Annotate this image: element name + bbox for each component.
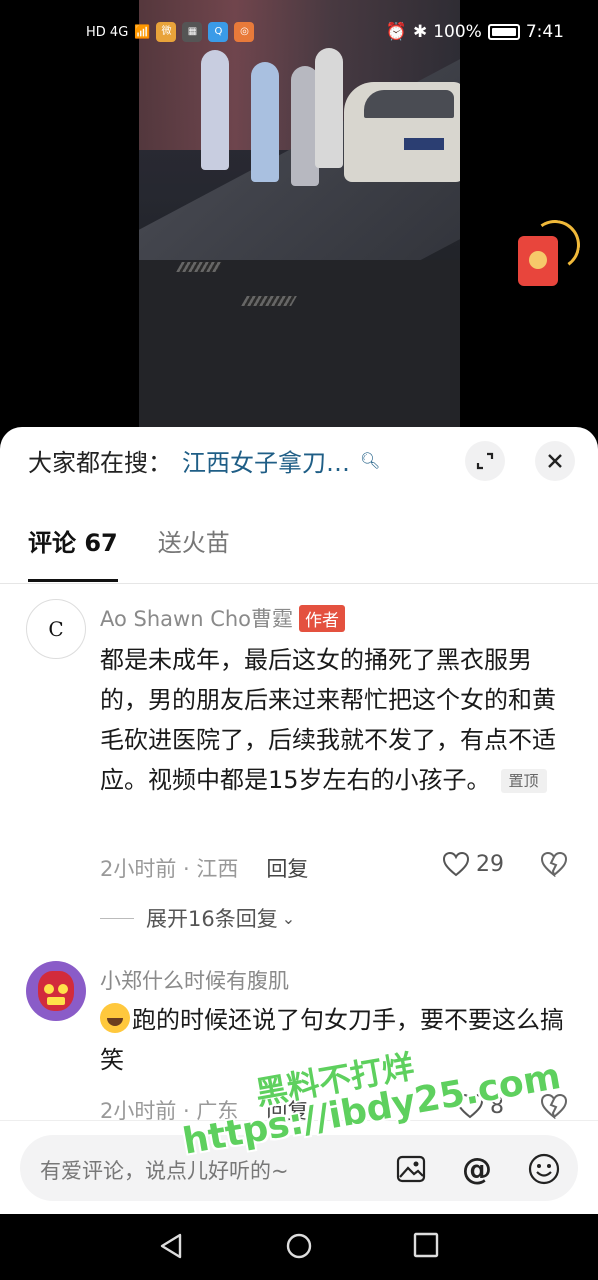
recents-button[interactable] xyxy=(413,1232,439,1265)
close-button[interactable] xyxy=(535,441,575,481)
status-indicators: HD 4G 📶 微 ▦ Q ◎ xyxy=(86,22,255,42)
video-scene-grate xyxy=(176,262,222,272)
system-nav-bar xyxy=(0,1214,598,1280)
back-button[interactable] xyxy=(158,1232,184,1267)
emoji-icon xyxy=(528,1153,560,1185)
battery-percent: 100% xyxy=(433,22,482,42)
active-tab-indicator xyxy=(28,579,118,582)
comment-tabs: 评论 67 送火苗 xyxy=(28,523,230,558)
expand-replies-line xyxy=(100,917,134,919)
avatar[interactable]: C xyxy=(26,599,86,659)
video-scene-car xyxy=(344,82,460,182)
avatar-mouth xyxy=(47,997,65,1005)
laughing-emoji-icon xyxy=(100,1003,130,1033)
clock: 7:41 xyxy=(525,22,564,42)
avatar[interactable] xyxy=(26,961,86,1021)
avatar-eye xyxy=(44,984,54,994)
close-icon xyxy=(548,454,562,468)
reply-button[interactable]: 回复 xyxy=(266,853,308,883)
heart-icon xyxy=(442,851,470,877)
image-button[interactable] xyxy=(394,1152,428,1186)
weibo-app-icon: 微 xyxy=(156,22,177,42)
expand-button[interactable] xyxy=(465,441,505,481)
trending-search-row[interactable]: 大家都在搜： 江西女子拿刀… 🔍︎ xyxy=(28,443,380,478)
chevron-down-icon: ⌄ xyxy=(281,908,296,928)
pinned-badge: 置顶 xyxy=(500,769,547,793)
battery-icon xyxy=(487,24,520,40)
red-packet-icon[interactable] xyxy=(518,236,558,286)
avatar-logo: C xyxy=(48,617,64,641)
comment-input-placeholder: 有爱评论，说点儿好听的~ xyxy=(40,1159,289,1183)
search-app-icon: Q xyxy=(208,22,229,42)
status-bar: HD 4G 📶 微 ▦ Q ◎ ⏰ ✱ 100% 7:41 xyxy=(0,0,598,70)
comment-username-row: Ao Shawn Cho曹霆 作者 xyxy=(100,603,346,633)
bluetooth-icon: ✱ xyxy=(412,22,428,42)
image-icon xyxy=(396,1155,426,1183)
at-icon: @ xyxy=(462,1151,492,1187)
comment-input[interactable]: 有爱评论，说点儿好听的~ @ xyxy=(20,1135,578,1201)
avatar-face xyxy=(38,971,74,1011)
wifi-icon: 📶 xyxy=(134,24,151,40)
comment-time-location: 2小时前 · 江西 xyxy=(100,857,239,881)
status-system: ⏰ ✱ 100% 7:41 xyxy=(386,22,564,42)
video-scene-car-plate xyxy=(404,138,444,150)
expand-icon xyxy=(476,452,494,470)
tab-comments[interactable]: 评论 67 xyxy=(28,523,118,558)
author-badge: 作者 xyxy=(299,604,346,632)
broken-heart-icon xyxy=(540,851,568,878)
video-scene-car-window xyxy=(364,90,454,118)
comment-text: 都是未成年，最后这女的捅死了黑衣服男的，男的朋友后来过来帮忙把这个女的和黄毛砍进… xyxy=(100,640,570,800)
back-icon xyxy=(160,1233,182,1259)
search-icon: 🔍︎ xyxy=(360,451,381,470)
alarm-icon: ⏰ xyxy=(385,22,407,42)
comment-username[interactable]: 小郑什么时候有腹肌 xyxy=(100,965,289,995)
dislike-button[interactable] xyxy=(540,851,568,883)
comment-username-row: 小郑什么时候有腹肌 xyxy=(100,965,289,995)
avatar-eye xyxy=(58,984,68,994)
expand-replies[interactable]: 展开16条回复 ⌄ xyxy=(100,903,295,933)
emoji-button[interactable] xyxy=(527,1152,561,1186)
home-icon xyxy=(286,1233,312,1259)
comment-username[interactable]: Ao Shawn Cho曹霆 xyxy=(100,603,293,633)
video-app-icon: ▦ xyxy=(182,22,203,42)
video-scene-road xyxy=(139,260,460,430)
comment-meta: 2小时前 · 江西 回复 xyxy=(100,853,308,883)
divider xyxy=(0,583,598,584)
tab-send-flame[interactable]: 送火苗 xyxy=(158,523,230,558)
home-button[interactable] xyxy=(285,1232,313,1267)
like-count: 29 xyxy=(476,851,504,877)
video-scene-person xyxy=(251,62,279,182)
trending-search-query[interactable]: 江西女子拿刀… xyxy=(182,443,350,478)
recents-icon xyxy=(413,1232,439,1258)
comment-body: 都是未成年，最后这女的捅死了黑衣服男的，男的朋友后来过来帮忙把这个女的和黄毛砍进… xyxy=(100,646,556,794)
chat-app-icon: ◎ xyxy=(234,22,255,42)
network-indicator: HD 4G xyxy=(86,24,129,40)
video-scene-grate xyxy=(241,296,297,306)
trending-search-label: 大家都在搜： xyxy=(28,449,172,477)
like-button[interactable]: 29 xyxy=(442,851,504,877)
expand-replies-label: 展开16条回复 xyxy=(146,907,278,931)
mention-button[interactable]: @ xyxy=(460,1151,494,1187)
